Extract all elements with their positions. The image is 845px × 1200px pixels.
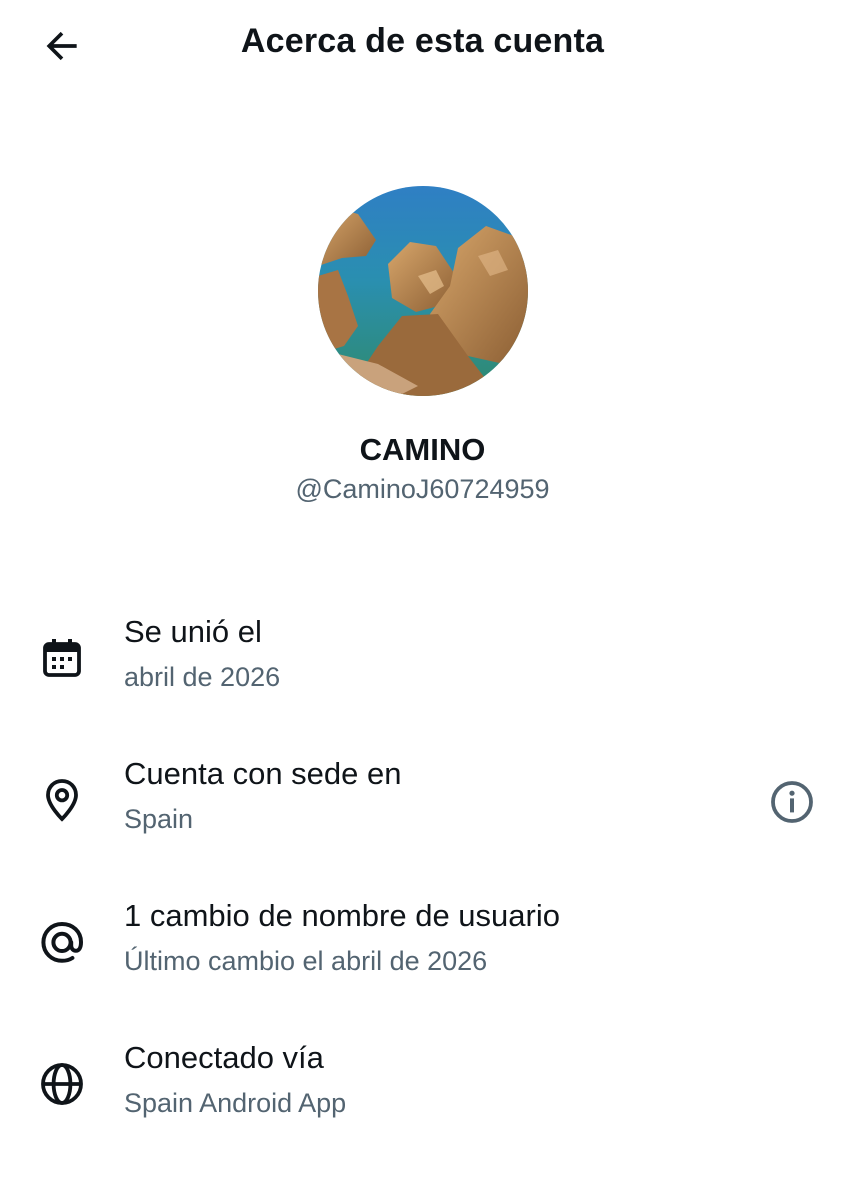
joined-date: abril de 2026 [124, 662, 281, 692]
info-button[interactable] [766, 776, 818, 828]
connected-via-label: Conectado vía [124, 1040, 324, 1075]
location-label: Cuenta con sede en [124, 756, 402, 791]
joined-label: Se unió el [124, 614, 262, 649]
username-changes-label: 1 cambio de nombre de usuario [124, 898, 560, 933]
location-row: Cuenta con sede en Spain [0, 756, 845, 866]
connected-via-value: Spain Android App [124, 1088, 347, 1118]
username-changes-row: 1 cambio de nombre de usuario Último cam… [0, 898, 845, 1008]
user-handle: @CaminoJ60724959 [295, 474, 550, 504]
username-last-change: Último cambio el abril de 2026 [124, 946, 488, 976]
location-value: Spain [124, 804, 194, 834]
avatar [318, 186, 528, 396]
globe-icon [36, 1058, 88, 1110]
connected-via-row: Conectado vía Spain Android App [0, 1040, 845, 1150]
page-title: Acerca de esta cuenta [240, 22, 605, 60]
top-bar: Acerca de esta cuenta [0, 0, 845, 90]
at-sign-icon [36, 916, 88, 968]
joined-row: Se unió el abril de 2026 [0, 614, 845, 724]
location-pin-icon [36, 774, 88, 826]
avatar-image [318, 186, 528, 396]
calendar-icon [36, 632, 88, 684]
info-icon [771, 781, 813, 823]
display-name: CAMINO [359, 432, 486, 467]
